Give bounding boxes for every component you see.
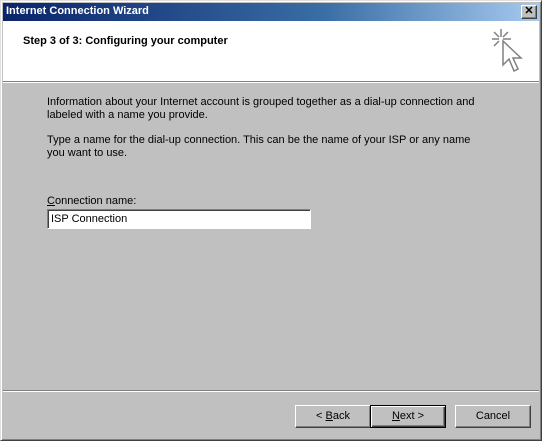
cancel-button[interactable]: Cancel [455, 405, 531, 428]
wizard-window: Internet Connection Wizard ✕ Step 3 of 3… [0, 0, 542, 441]
close-icon: ✕ [524, 5, 534, 17]
back-text: ack [332, 410, 350, 422]
next-accelerator: N [391, 410, 400, 422]
instruction-paragraph: Type a name for the dial-up connection. … [47, 134, 471, 159]
info-paragraph: Information about your Internet account … [47, 96, 475, 121]
next-button[interactable]: Next > [370, 405, 446, 428]
footer-divider [3, 390, 539, 392]
back-prefix: < [316, 410, 326, 422]
back-accelerator: B [325, 410, 333, 422]
connection-name-input[interactable] [47, 209, 311, 229]
connection-name-label: Connection name: [47, 195, 136, 207]
wizard-header: Step 3 of 3: Configuring your computer [3, 21, 539, 81]
header-divider [3, 81, 539, 83]
window-title: Internet Connection Wizard [6, 5, 149, 17]
close-button[interactable]: ✕ [521, 5, 537, 19]
wizard-cursor-icon [492, 29, 523, 73]
next-text: ext > [399, 410, 425, 422]
title-bar[interactable]: Internet Connection Wizard ✕ [3, 3, 539, 21]
connection-label-accelerator: C [47, 195, 55, 207]
back-button[interactable]: < Back [295, 405, 371, 428]
connection-label-text: onnection name: [54, 195, 137, 207]
step-title: Step 3 of 3: Configuring your computer [23, 35, 228, 47]
